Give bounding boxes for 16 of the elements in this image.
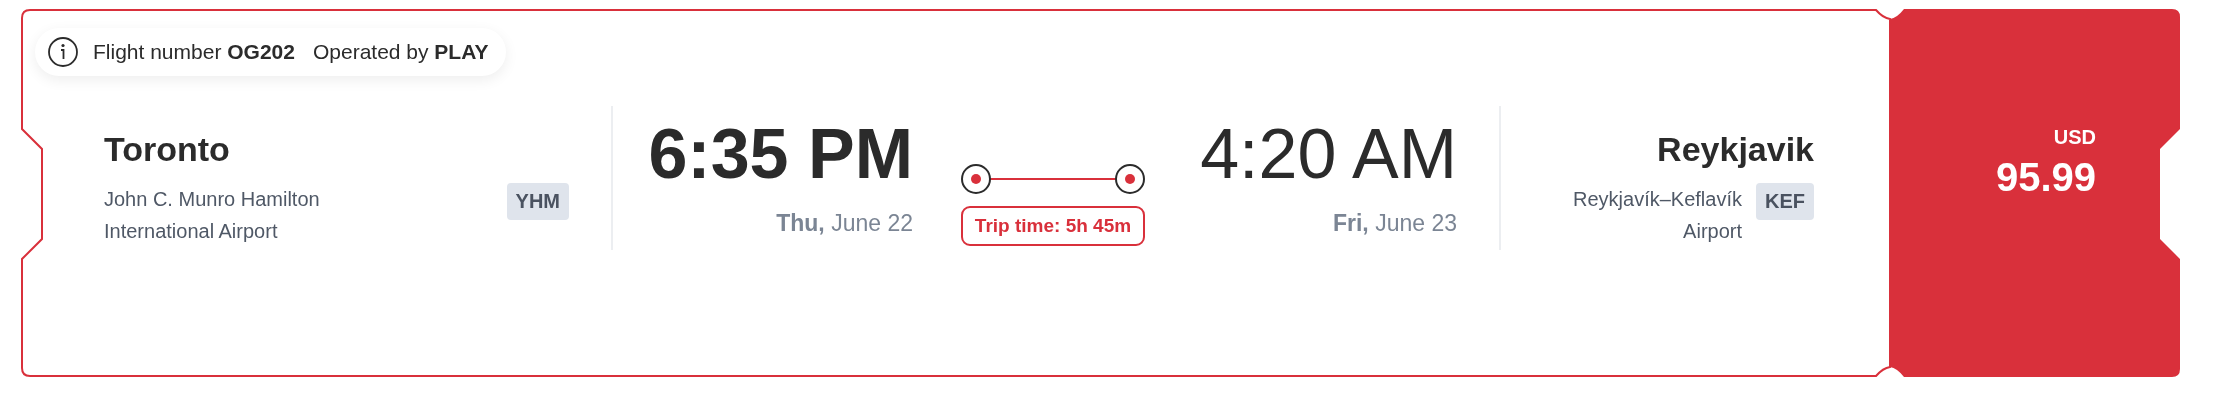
airport-name: Reykjavík–Keflavík Airport xyxy=(1572,187,1742,244)
city-name: Toronto xyxy=(104,130,231,169)
airport-code: KEF xyxy=(1756,183,1814,220)
flight-number: Flight number OG202 xyxy=(93,40,295,64)
date: Thu, June 22 xyxy=(776,210,913,237)
price: 95.99 xyxy=(1995,155,2096,200)
operator: Operated by PLAY xyxy=(312,40,489,64)
currency: USD xyxy=(2053,126,2096,149)
trip-time: Trip time: 5h 45m xyxy=(960,206,1146,246)
time: 4:20 AM xyxy=(1200,114,1457,194)
airport-name: John C. Munro Hamilton International Airport xyxy=(104,187,321,244)
date: Fri, June 23 xyxy=(1332,210,1457,237)
time: 6:35 PM xyxy=(648,114,913,194)
city-name: Reykjavik xyxy=(1657,130,1814,169)
airport-code: YHM xyxy=(506,183,569,220)
info-icon xyxy=(47,36,79,68)
